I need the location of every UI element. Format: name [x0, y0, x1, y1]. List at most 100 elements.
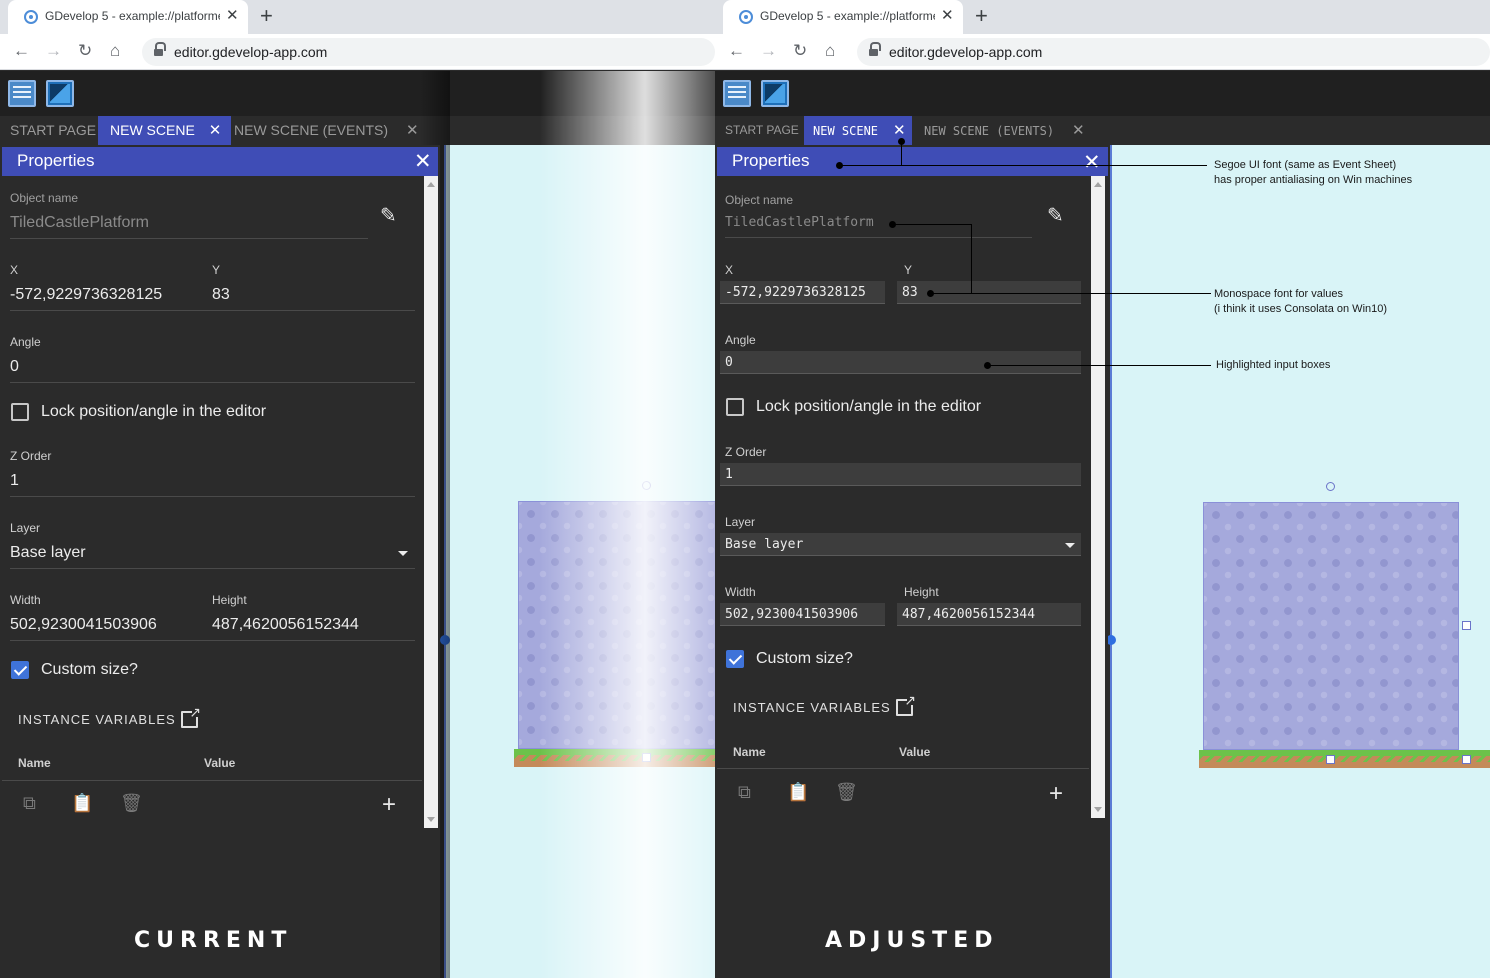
width-input[interactable]: 502,9230041503906 — [10, 616, 157, 634]
add-variable-button[interactable]: + — [382, 791, 396, 819]
resize-handle[interactable] — [1462, 755, 1471, 764]
properties-title: Properties — [732, 151, 810, 170]
x-value: -572,9229736328125 — [725, 285, 866, 300]
address-bar: ← → ↻ ⌂ editor.gdevelop-app.com — [0, 34, 715, 70]
properties-panel: Properties ✕ Object name TiledCastlePlat… — [0, 145, 440, 978]
edit-pencil-icon[interactable]: ✎ — [380, 203, 397, 227]
angle-input[interactable]: 0 — [10, 358, 19, 376]
scene-editor-icon[interactable] — [46, 80, 74, 107]
zorder-input[interactable]: 1 — [720, 463, 1081, 486]
scene-canvas[interactable] — [1106, 145, 1490, 978]
scroll-up-icon[interactable] — [1094, 182, 1102, 187]
zorder-input[interactable]: 1 — [10, 472, 19, 490]
object-name-label: Object name — [10, 191, 79, 205]
annotation-text: Monospace font for values — [1214, 288, 1344, 300]
browser-tab[interactable]: GDevelop 5 - example://platformer ✕ — [723, 0, 963, 34]
delete-icon[interactable]: 🗑 — [835, 782, 858, 803]
copy-icon[interactable]: ⧉ — [23, 793, 36, 814]
close-tab-icon[interactable]: ✕ — [226, 6, 239, 24]
annotation-text: (i think it uses Consolata on Win10) — [1214, 303, 1388, 315]
tab-label: NEW SCENE (EVENTS) — [234, 122, 389, 138]
tab-new-scene-events[interactable]: NEW SCENE (EVENTS) ✕ — [234, 116, 419, 145]
layer-select[interactable]: Base layer — [720, 533, 1081, 556]
layer-select[interactable]: Base layer — [10, 544, 86, 562]
scroll-up-icon[interactable] — [427, 182, 435, 187]
tiled-castle-platform-instance[interactable] — [1203, 502, 1459, 750]
chevron-down-icon[interactable] — [1065, 543, 1075, 548]
lock-checkbox[interactable] — [11, 403, 29, 421]
object-name-value: TiledCastlePlatform — [10, 214, 150, 231]
transition-fade — [540, 71, 715, 978]
annotation-text: has proper antialiasing on Win machines — [1214, 174, 1413, 186]
home-icon[interactable]: ⌂ — [110, 41, 120, 61]
tab-new-scene-events[interactable]: NEW SCENE (EVENTS) ✕ — [924, 116, 1085, 145]
x-input[interactable]: -572,9229736328125 — [720, 281, 885, 304]
omnibox[interactable]: editor.gdevelop-app.com — [857, 38, 1490, 66]
forward-icon[interactable]: → — [760, 41, 777, 61]
lock-label: Lock position/angle in the editor — [41, 403, 267, 420]
field-underline — [10, 238, 368, 239]
project-manager-icon[interactable] — [8, 80, 36, 107]
browser-tab[interactable]: GDevelop 5 - example://platformer ✕ — [8, 0, 248, 34]
annotation-text: Segoe UI font (same as Event Sheet) — [1214, 159, 1397, 171]
reload-icon[interactable]: ↻ — [78, 41, 92, 61]
custom-size-checkbox[interactable] — [11, 661, 29, 679]
chevron-down-icon[interactable] — [398, 551, 408, 556]
height-value: 487,4620056152344 — [902, 607, 1036, 622]
paste-icon[interactable]: 📋 — [787, 782, 809, 803]
height-input[interactable]: 487,4620056152344 — [897, 603, 1081, 626]
close-icon[interactable]: ✕ — [1072, 116, 1085, 145]
scene-editor-icon[interactable] — [761, 80, 789, 107]
editor-tabs: START PAGE NEW SCENE ✕ NEW SCENE (EVENTS)… — [715, 116, 1490, 145]
home-icon[interactable]: ⌂ — [825, 41, 835, 61]
custom-size-label: Custom size? — [41, 661, 138, 678]
angle-label: Angle — [725, 333, 756, 347]
y-input[interactable]: 83 — [212, 286, 230, 304]
lock-icon — [869, 42, 881, 57]
x-input[interactable]: -572,9229736328125 — [10, 286, 162, 304]
tab-start-page[interactable]: START PAGE — [10, 116, 96, 145]
close-icon[interactable]: ✕ — [1083, 150, 1101, 175]
angle-label: Angle — [10, 335, 41, 349]
height-input[interactable]: 487,4620056152344 — [212, 616, 359, 634]
scroll-down-icon[interactable] — [427, 817, 435, 822]
add-variable-button[interactable]: + — [1049, 780, 1063, 808]
resize-handle[interactable] — [1326, 755, 1335, 764]
reload-icon[interactable]: ↻ — [793, 41, 807, 61]
scroll-down-icon[interactable] — [1094, 807, 1102, 812]
scrollbar[interactable] — [1091, 176, 1105, 818]
delete-icon[interactable]: 🗑 — [120, 793, 143, 814]
close-icon[interactable]: ✕ — [406, 116, 419, 145]
rotation-handle[interactable] — [1326, 482, 1335, 491]
properties-panel: Properties ✕ Object name TiledCastlePlat… — [715, 145, 1108, 978]
tab-start-page[interactable]: START PAGE — [725, 116, 799, 145]
open-external-icon[interactable] — [181, 705, 201, 728]
column-value: Value — [204, 756, 236, 770]
forward-icon[interactable]: → — [45, 41, 62, 61]
resize-handle[interactable] — [1462, 621, 1471, 630]
close-icon[interactable]: ✕ — [209, 116, 222, 145]
tab-new-scene[interactable]: NEW SCENE ✕ — [98, 116, 232, 145]
close-icon[interactable]: ✕ — [414, 149, 432, 174]
column-value: Value — [899, 745, 931, 759]
edit-pencil-icon[interactable]: ✎ — [1047, 203, 1064, 227]
close-tab-icon[interactable]: ✕ — [941, 6, 954, 24]
angle-input[interactable]: 0 — [720, 351, 1081, 374]
tab-new-scene[interactable]: NEW SCENE ✕ — [804, 116, 912, 145]
back-icon[interactable]: ← — [13, 41, 30, 61]
custom-size-checkbox[interactable] — [726, 650, 744, 668]
copy-icon[interactable]: ⧉ — [738, 782, 751, 803]
new-tab-button[interactable]: + — [975, 3, 988, 29]
scrollbar[interactable] — [424, 176, 438, 828]
app-toolbar — [715, 71, 1490, 116]
lock-checkbox[interactable] — [726, 398, 744, 416]
omnibox[interactable]: editor.gdevelop-app.com — [142, 38, 715, 66]
layer-value: Base layer — [725, 537, 804, 552]
open-external-icon[interactable] — [896, 693, 916, 716]
paste-icon[interactable]: 📋 — [71, 793, 93, 814]
project-manager-icon[interactable] — [723, 80, 751, 107]
x-label: X — [725, 263, 734, 277]
new-tab-button[interactable]: + — [260, 3, 273, 29]
width-input[interactable]: 502,9230041503906 — [720, 603, 885, 626]
back-icon[interactable]: ← — [728, 41, 745, 61]
